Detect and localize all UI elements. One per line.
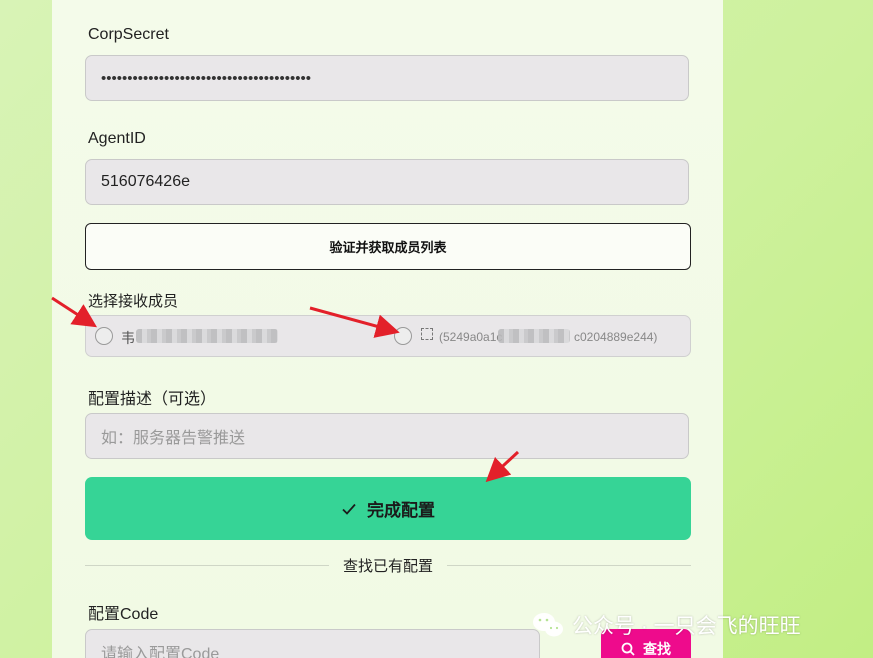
annotation-arrows: [51, 296, 520, 483]
watermark: 公众号 · 一只会飞的旺旺: [532, 610, 801, 640]
arrow-icon-member-2: [309, 306, 400, 338]
arrow-icon-complete: [485, 450, 520, 483]
wechat-icon: [533, 613, 563, 637]
watermark-text: 公众号 · 一只会飞的旺旺: [572, 615, 801, 638]
arrow-icon-member-1: [51, 296, 98, 328]
